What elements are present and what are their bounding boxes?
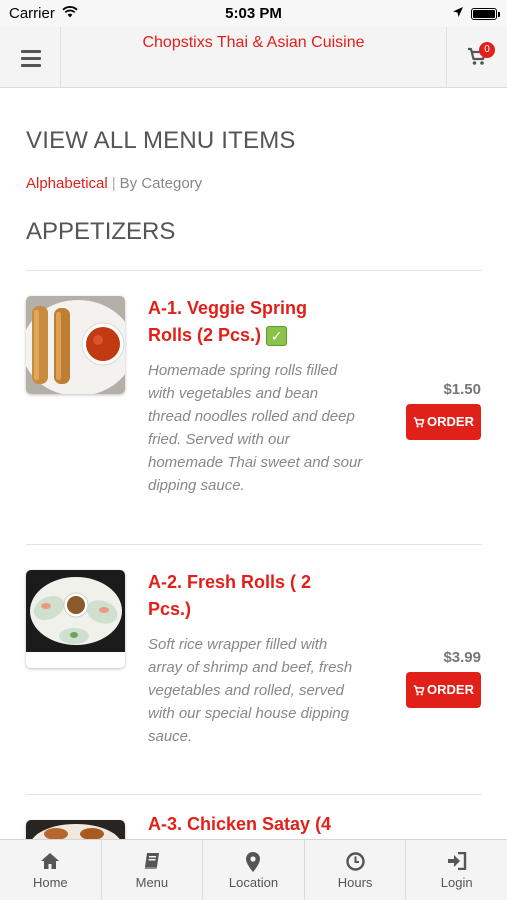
tab-location[interactable]: Location [203, 840, 305, 900]
order-button-label: ORDER [427, 682, 474, 697]
cart-count-badge: 0 [479, 42, 495, 58]
item-description: Homemade spring rolls filled with vegeta… [148, 362, 363, 494]
header-bar: Chopstixs Thai & Asian Cuisine 0 [0, 27, 507, 88]
menu-line [21, 57, 41, 60]
hamburger-menu-button[interactable] [0, 27, 61, 87]
location-arrow-icon [453, 7, 463, 17]
divider [26, 544, 482, 545]
section-title: APPETIZERS [26, 218, 176, 245]
cart-icon [413, 685, 425, 696]
status-bar: Carrier 5:03 PM [0, 0, 507, 27]
vegetarian-badge: ✓ [266, 326, 288, 347]
item-name[interactable]: A-3. Chicken Satay (4 [148, 811, 408, 838]
filter-separator: | [111, 175, 116, 192]
order-button[interactable]: ORDER [406, 672, 481, 708]
tab-login[interactable]: Login [406, 840, 507, 900]
map-marker-icon [246, 852, 261, 872]
menu-line [21, 50, 41, 53]
order-button-label: ORDER [427, 414, 474, 429]
sign-in-icon [447, 851, 466, 871]
item-description: Soft rice wrapper filled with array of s… [148, 636, 353, 745]
tab-label: Home [32, 875, 68, 890]
cart-icon [413, 417, 425, 428]
page-title: VIEW ALL MENU ITEMS [26, 127, 296, 154]
clock-time: 5:03 PM [225, 5, 282, 22]
divider [26, 794, 482, 795]
order-button[interactable]: ORDER [406, 404, 481, 440]
tab-label: Hours [337, 875, 373, 890]
filter-alphabetical[interactable]: Alphabetical [26, 175, 108, 192]
tab-menu[interactable]: Menu [102, 840, 204, 900]
item-photo[interactable] [26, 570, 125, 668]
menu-line [21, 64, 41, 67]
sort-filter: Alphabetical | By Category [26, 175, 202, 192]
clock-icon [345, 852, 365, 871]
bottom-tab-bar: Home Menu Location Hours Login [0, 839, 507, 900]
menu-content[interactable]: VIEW ALL MENU ITEMS Alphabetical | By Cate… [0, 88, 507, 839]
tab-label: Location [228, 875, 279, 890]
tab-label: Login [440, 875, 473, 890]
tab-hours[interactable]: Hours [305, 840, 407, 900]
item-photo[interactable] [26, 296, 125, 394]
item-price: $1.50 [443, 381, 481, 398]
item-price: $3.99 [443, 649, 481, 666]
home-icon [41, 853, 60, 869]
cart-button[interactable]: 0 [446, 27, 507, 87]
restaurant-title[interactable]: Chopstixs Thai & Asian Cuisine [61, 34, 446, 52]
item-name[interactable]: A-2. Fresh Rolls ( 2 Pcs.) [148, 569, 338, 623]
divider [26, 270, 482, 271]
filter-by-category[interactable]: By Category [120, 175, 203, 192]
item-photo[interactable] [26, 820, 125, 839]
tab-label: Menu [135, 875, 169, 890]
battery-icon [471, 8, 500, 20]
tab-home[interactable]: Home [0, 840, 102, 900]
book-icon [144, 853, 159, 869]
item-name[interactable]: A-1. Veggie Spring Rolls (2 Pcs.) ✓ [148, 295, 338, 349]
